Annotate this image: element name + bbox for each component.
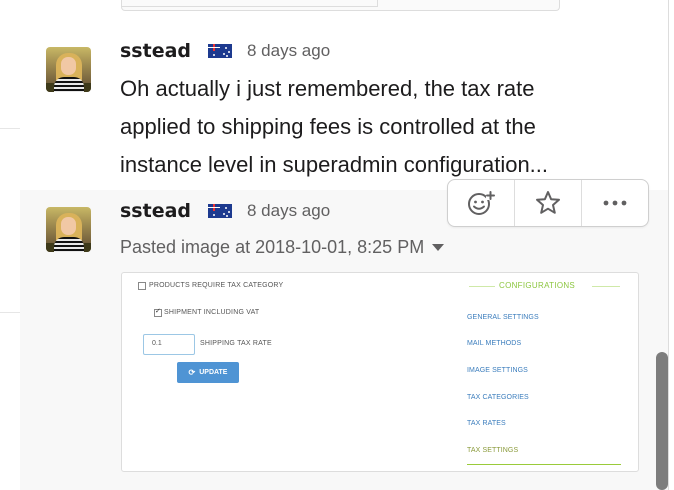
sender-name[interactable]: sstead	[120, 200, 191, 222]
caret-down-icon[interactable]	[432, 244, 445, 251]
previous-attachment-edge	[121, 0, 560, 11]
shipping-rate-input: 0.1	[143, 334, 195, 355]
star-button[interactable]	[515, 180, 581, 226]
scrollbar-thumb[interactable]	[656, 352, 668, 490]
message-line: Oh actually i just remembered, the tax r…	[120, 76, 535, 101]
more-actions-icon	[603, 200, 627, 206]
link-mail-methods: MAIL METHODS	[467, 340, 522, 347]
australia-flag-icon	[208, 44, 232, 58]
configurations-title: CONFIGURATIONS	[499, 281, 576, 290]
checkbox-checked-icon	[154, 307, 162, 317]
add-reaction-icon	[468, 191, 495, 215]
update-label: UPDATE	[199, 369, 228, 376]
pasted-image[interactable]: PRODUCTS REQUIRE TAX CATEGORY SHIPMENT I…	[121, 272, 639, 472]
message-text: Oh actually i just remembered, the tax r…	[120, 70, 660, 184]
products-tax-label: PRODUCTS REQUIRE TAX CATEGORY	[149, 282, 284, 289]
refresh-icon: ⟳	[188, 368, 196, 377]
link-image-settings: IMAGE SETTINGS	[467, 367, 528, 374]
update-button: ⟳ UPDATE	[177, 362, 239, 383]
avatar[interactable]	[46, 47, 91, 92]
active-indicator	[467, 464, 621, 465]
pane-border	[668, 0, 669, 490]
message-line: applied to shipping fees is controlled a…	[120, 114, 536, 139]
shipping-rate-label: SHIPPING TAX RATE	[200, 340, 272, 347]
australia-flag-icon	[208, 204, 232, 218]
message-actions-toolbar	[447, 179, 649, 227]
add-reaction-button[interactable]	[448, 180, 514, 226]
timestamp[interactable]: 8 days ago	[247, 41, 330, 61]
link-tax-rates: TAX RATES	[467, 420, 506, 427]
divider	[0, 128, 20, 129]
link-tax-categories: TAX CATEGORIES	[467, 394, 529, 401]
checkbox-icon	[138, 282, 146, 290]
shipping-rate-value: 0.1	[152, 340, 162, 347]
more-actions-button[interactable]	[582, 180, 648, 226]
sender-name[interactable]: sstead	[120, 40, 191, 62]
divider	[0, 312, 20, 313]
link-general-settings: GENERAL SETTINGS	[467, 314, 539, 321]
timestamp[interactable]: 8 days ago	[247, 201, 330, 221]
attachment-label: Pasted image at 2018-10-01, 8:25 PM	[120, 237, 425, 257]
attachment-title[interactable]: Pasted image at 2018-10-01, 8:25 PM	[120, 237, 445, 258]
shipment-vat-label: SHIPMENT INCLUDING VAT	[164, 309, 260, 316]
message: sstead 8 days ago Oh actually i just rem…	[20, 30, 668, 190]
link-tax-settings: TAX SETTINGS	[467, 447, 519, 454]
star-icon	[536, 191, 560, 214]
avatar[interactable]	[46, 207, 91, 252]
